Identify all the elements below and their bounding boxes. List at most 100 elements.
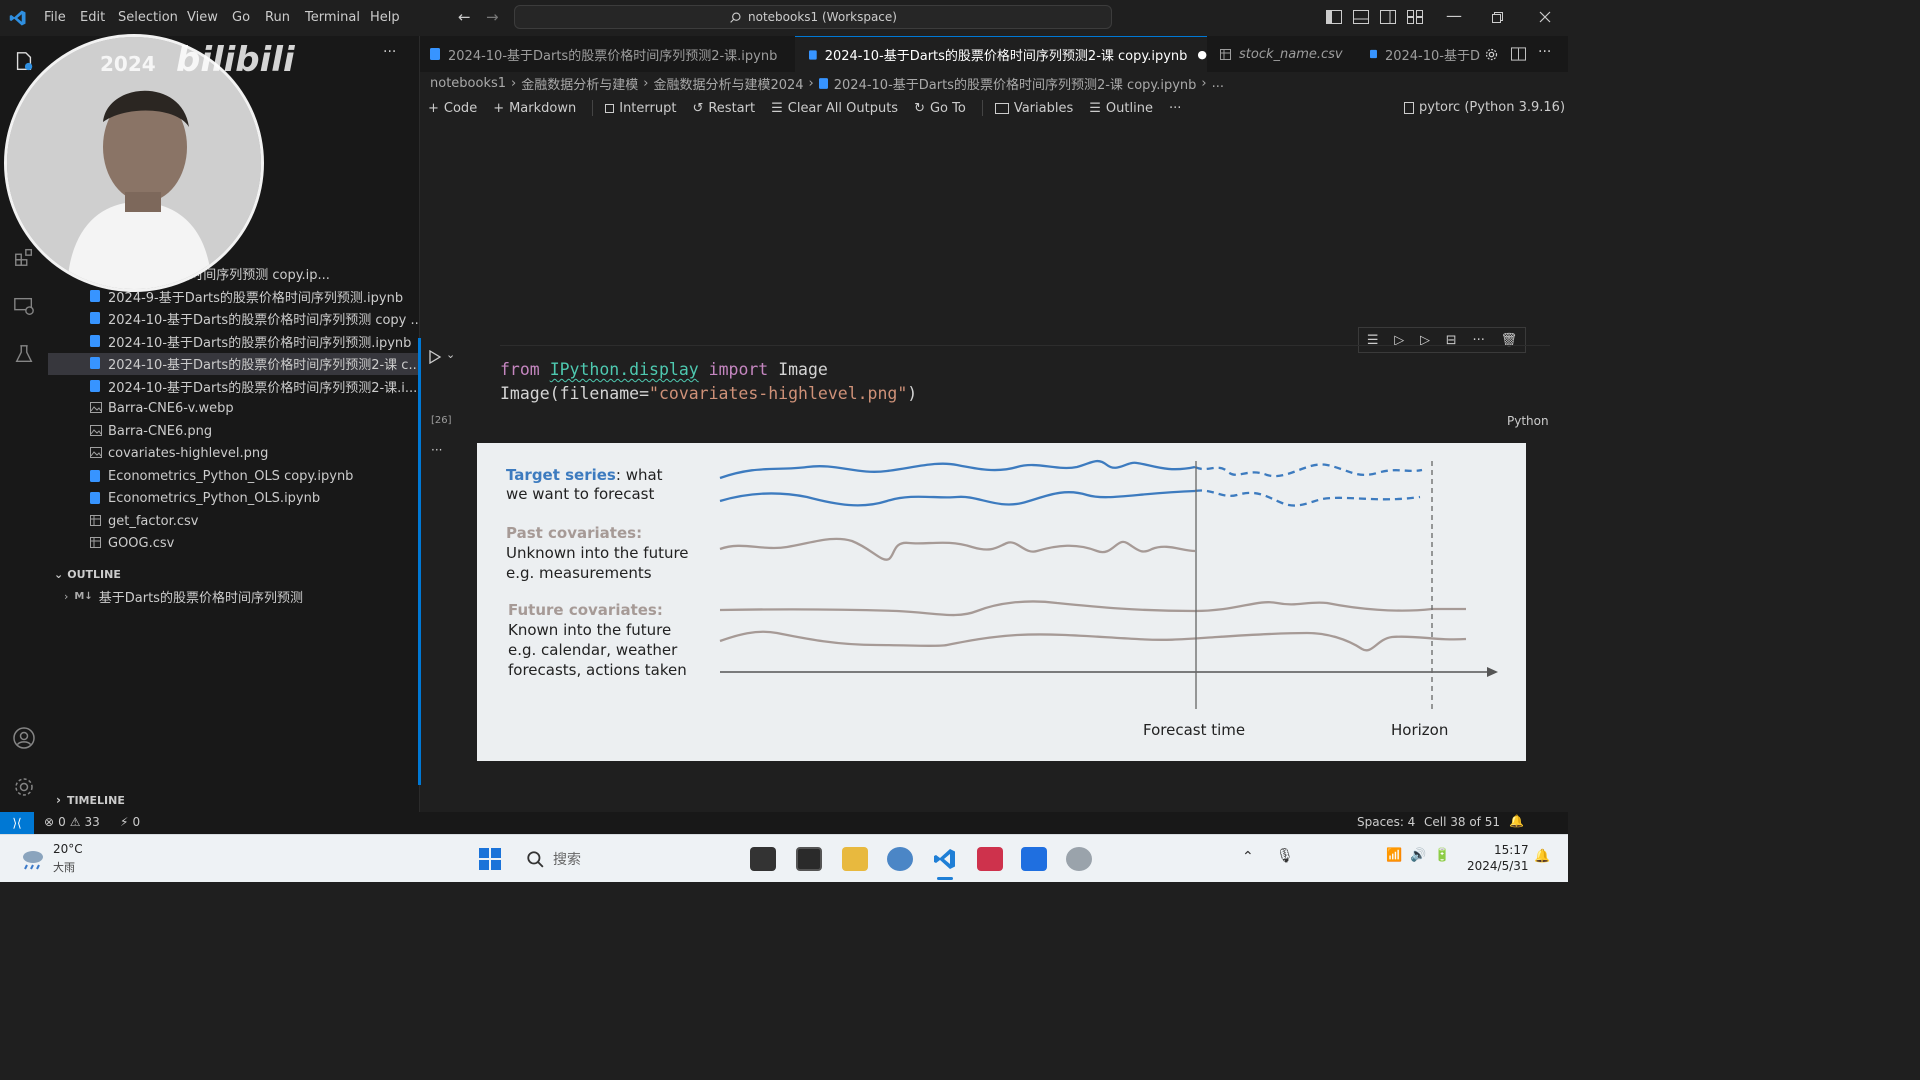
tab-notebook-other[interactable]: 2024-10-基于D — [1360, 36, 1480, 72]
vscode-taskbar-icon[interactable] — [932, 847, 958, 871]
breadcrumb-item[interactable]: 金融数据分析与建模2024 — [653, 74, 803, 93]
go-to-button[interactable]: ↻ Go To — [914, 101, 966, 116]
misc-app-icon[interactable] — [1066, 847, 1092, 871]
breadcrumb-item[interactable]: 2024-10-基于Darts的股票价格时间序列预测2-课 copy.ipynb — [834, 74, 1197, 93]
file-item[interactable]: 2024-10-基于Darts的股票价格时间序列预测2-课 c... — [48, 352, 420, 375]
accounts-icon[interactable] — [12, 726, 36, 750]
variables-button[interactable]: Variables — [994, 101, 1073, 116]
clear-outputs-button[interactable]: ☰ Clear All Outputs — [771, 101, 898, 116]
breadcrumb-item[interactable]: 金融数据分析与建模 — [521, 74, 638, 93]
file-item[interactable]: 2024-10-基于Darts的股票价格时间序列预测.ipynb — [48, 330, 420, 352]
windows-start-icon[interactable] — [478, 847, 502, 871]
file-item[interactable]: Barra-CNE6.png — [48, 420, 420, 442]
forecast-time-label: Forecast time — [1143, 721, 1246, 739]
notification-center-icon[interactable]: 🔔 — [1534, 849, 1550, 864]
tab-notebook-original[interactable]: 2024-10-基于Darts的股票价格时间序列预测2-课.ipynb — [420, 36, 792, 72]
weather-temp[interactable]: 20°C — [53, 842, 83, 856]
customize-layout-icon[interactable] — [1407, 10, 1423, 24]
menu-edit[interactable]: Edit — [80, 10, 105, 25]
unsaved-dot-icon[interactable]: ● — [1197, 48, 1207, 61]
toggle-primary-sidebar-icon[interactable] — [1326, 10, 1342, 24]
file-item[interactable]: covariates-highlevel.png — [48, 443, 420, 465]
extensions-icon[interactable] — [13, 246, 35, 268]
settings-gear-icon[interactable] — [12, 775, 36, 799]
settings-gear-icon[interactable] — [1484, 47, 1499, 62]
toggle-secondary-sidebar-icon[interactable] — [1380, 10, 1396, 24]
indentation-indicator[interactable]: Spaces: 4 — [1357, 815, 1415, 829]
outline-button[interactable]: ☰ Outline — [1089, 101, 1153, 116]
tab-stock-name-csv[interactable]: stock_name.csv — [1210, 36, 1355, 72]
problems-indicator[interactable]: ⊗ 0 ⚠ 33 — [44, 815, 100, 829]
file-item[interactable]: Econometrics_Python_OLS copy.ipynb — [48, 465, 420, 487]
breadcrumb-item[interactable]: ... — [1212, 76, 1224, 91]
forward-arrow-icon[interactable]: → — [486, 8, 499, 26]
toolbar-more-button[interactable]: ··· — [1169, 101, 1181, 116]
terminal-app-icon[interactable] — [750, 847, 776, 871]
feishu-app-icon[interactable] — [1021, 847, 1047, 871]
testing-flask-icon[interactable] — [13, 343, 35, 365]
command-center[interactable]: notebooks1 (Workspace) — [514, 5, 1112, 29]
close-window-icon[interactable] — [1539, 11, 1551, 23]
file-item[interactable]: Econometrics_Python_OLS.ipynb — [48, 488, 420, 510]
button-label: Restart — [708, 100, 756, 116]
run-cell-icon[interactable] — [428, 350, 442, 364]
restart-button[interactable]: ↺ Restart — [692, 101, 755, 116]
cell-position-indicator[interactable]: Cell 38 of 51 — [1424, 815, 1500, 829]
browser-icon[interactable] — [887, 847, 913, 871]
remote-indicator-icon[interactable]: ⟩⟨ — [0, 812, 34, 834]
menu-selection[interactable]: Selection — [118, 10, 178, 25]
add-code-cell-button[interactable]: + Code — [428, 101, 477, 116]
file-item[interactable]: get_factor.csv — [48, 510, 420, 532]
outline-header[interactable]: ⌄ OUTLINE — [48, 563, 420, 585]
battery-icon[interactable]: 🔋 — [1434, 848, 1450, 863]
interrupt-button[interactable]: Interrupt — [605, 101, 676, 116]
notifications-bell-icon[interactable]: 🔔 — [1509, 814, 1524, 828]
output-more-icon[interactable]: ··· — [431, 443, 442, 457]
menu-view[interactable]: View — [187, 10, 218, 25]
back-arrow-icon[interactable]: ← — [458, 8, 471, 26]
search-icon — [730, 11, 741, 23]
weather-desc[interactable]: 大雨 — [53, 859, 75, 875]
explorer-icon[interactable] — [13, 50, 35, 72]
code-string: "covariates-highlevel.png" — [649, 384, 908, 403]
notebook-file-icon — [809, 49, 817, 60]
run-options-chevron-icon[interactable]: ⌄ — [446, 348, 455, 361]
menu-file[interactable]: File — [44, 10, 66, 25]
timeline-header[interactable]: › TIMELINE — [48, 789, 420, 811]
menu-go[interactable]: Go — [232, 10, 250, 25]
outline-item[interactable]: › M↓ 基于Darts的股票价格时间序列预测 — [48, 585, 420, 607]
explorer-more-icon[interactable]: ··· — [383, 44, 396, 60]
taskbar-search-box[interactable]: 搜索 — [518, 843, 734, 875]
microphone-icon[interactable]: 🎙 — [1276, 848, 1294, 864]
toggle-panel-icon[interactable] — [1353, 10, 1369, 24]
breadcrumb-item[interactable]: notebooks1 — [430, 76, 506, 91]
remote-explorer-icon[interactable] — [13, 295, 35, 317]
restore-icon[interactable] — [1492, 12, 1503, 23]
wifi-icon[interactable]: 📶 — [1386, 848, 1402, 863]
weather-icon[interactable] — [18, 843, 46, 871]
tab-notebook-copy[interactable]: 2024-10-基于Darts的股票价格时间序列预测2-课 copy.ipynb… — [795, 36, 1207, 72]
tray-chevron-up-icon[interactable]: ⌃ — [1242, 849, 1254, 865]
media-app-icon[interactable] — [796, 847, 822, 871]
file-item[interactable]: Barra-CNE6-v.webp — [48, 398, 420, 420]
file-item[interactable]: 2024-10-基于Darts的股票价格时间序列预测2-课.i... — [48, 375, 420, 397]
minimize-icon[interactable]: — — [1446, 6, 1462, 25]
clock-time[interactable]: 15:17 — [1494, 843, 1529, 857]
ports-indicator[interactable]: ⚡ 0 — [120, 815, 140, 829]
file-item[interactable]: GOOG.csv — [48, 533, 420, 555]
volume-icon[interactable]: 🔊 — [1410, 848, 1426, 863]
menu-run[interactable]: Run — [265, 10, 290, 25]
file-item[interactable]: 2024-10-基于Darts的股票价格时间序列预测 copy ... — [48, 308, 420, 330]
kernel-picker[interactable]: pytorc (Python 3.9.16) — [1404, 100, 1565, 115]
menu-help[interactable]: Help — [370, 10, 400, 25]
future-covariates-text: Future covariates: Known into the future… — [508, 600, 687, 680]
code-editor[interactable]: from IPython.display import Image Image(… — [500, 358, 917, 406]
clock-date[interactable]: 2024/5/31 — [1467, 859, 1529, 873]
wps-app-icon[interactable] — [977, 847, 1003, 871]
menu-terminal[interactable]: Terminal — [305, 10, 360, 25]
file-explorer-icon[interactable] — [842, 847, 868, 871]
tabs-more-icon[interactable]: ··· — [1538, 44, 1551, 60]
cell-language[interactable]: Python — [1507, 414, 1549, 428]
split-editor-icon[interactable] — [1511, 47, 1526, 61]
add-markdown-cell-button[interactable]: + Markdown — [493, 101, 576, 116]
